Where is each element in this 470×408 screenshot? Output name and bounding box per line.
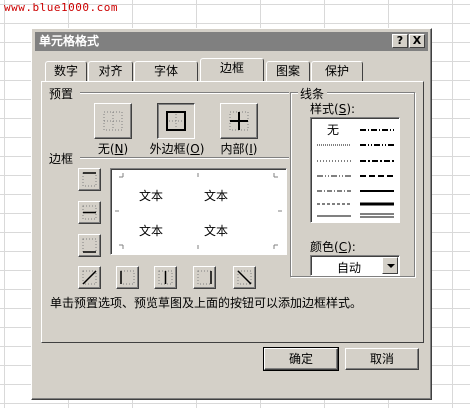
border-right-icon (197, 270, 212, 285)
preset-none-button[interactable] (94, 103, 132, 139)
border-top-button[interactable] (78, 168, 101, 191)
line-color-value: 自动 (337, 261, 362, 275)
tab-number[interactable]: 数字 (45, 61, 87, 81)
tab-protection[interactable]: 保护 (311, 61, 363, 81)
border-diagonal-up-icon (82, 270, 97, 285)
preset-inside-label: 内部(I) (220, 142, 258, 156)
border-diagonal-down-icon (237, 270, 252, 285)
help-button[interactable]: ? (392, 34, 408, 48)
border-middle-vertical-icon (158, 270, 173, 285)
format-cells-dialog: 单元格格式 ? X 数字 对齐 字体 边框 图案 保护 预置 无(N) 外边框(… (31, 28, 432, 400)
border-bottom-icon (82, 238, 97, 253)
border-top-icon (82, 172, 97, 187)
line-color-label: 颜色(C): (310, 238, 359, 255)
line-style-swatches (317, 129, 394, 218)
border-diagonal-up-button[interactable] (78, 266, 101, 289)
tab-patterns[interactable]: 图案 (266, 61, 310, 81)
watermark-text: www.blue1000.com (4, 1, 118, 14)
border-left-button[interactable] (116, 266, 139, 289)
line-style-label: 样式(S): (310, 100, 359, 117)
tab-alignment[interactable]: 对齐 (88, 61, 133, 81)
preset-inside-icon (229, 111, 249, 131)
border-diagonal-down-button[interactable] (233, 266, 256, 289)
presets-divider (80, 92, 289, 94)
border-middle-horizontal-button[interactable] (78, 201, 101, 224)
tab-font[interactable]: 字体 (134, 61, 198, 81)
preset-inside-button[interactable] (220, 103, 258, 139)
preset-outline-icon (166, 111, 186, 131)
border-middle-vertical-button[interactable] (154, 266, 177, 289)
border-bottom-button[interactable] (78, 234, 101, 257)
preset-none-label: 无(N) (97, 142, 129, 156)
cancel-button[interactable]: 取消 (345, 348, 419, 370)
ok-button[interactable]: 确定 (263, 347, 339, 371)
preset-none-icon (103, 111, 123, 131)
presets-group-label: 预置 (49, 85, 77, 102)
dialog-title: 单元格格式 (39, 34, 100, 48)
hint-text: 单击预置选项、预览草图及上面的按钮可以添加边框样式。 (50, 296, 363, 310)
border-middle-horizontal-icon (82, 205, 97, 220)
chevron-down-icon[interactable] (382, 257, 398, 274)
border-left-icon (120, 270, 135, 285)
line-style-list[interactable]: 无 (310, 117, 400, 223)
border-group-label: 边框 (49, 150, 77, 167)
tab-border[interactable]: 边框 (200, 58, 264, 81)
close-button[interactable]: X (409, 34, 425, 48)
dialog-titlebar: 单元格格式 ? X (35, 32, 428, 51)
preset-outline-label: 外边框(O) (149, 142, 205, 156)
border-right-button[interactable] (193, 266, 216, 289)
preset-outline-button[interactable] (157, 103, 195, 139)
line-color-dropdown[interactable]: 自动 (310, 255, 400, 276)
border-divider (80, 157, 289, 159)
